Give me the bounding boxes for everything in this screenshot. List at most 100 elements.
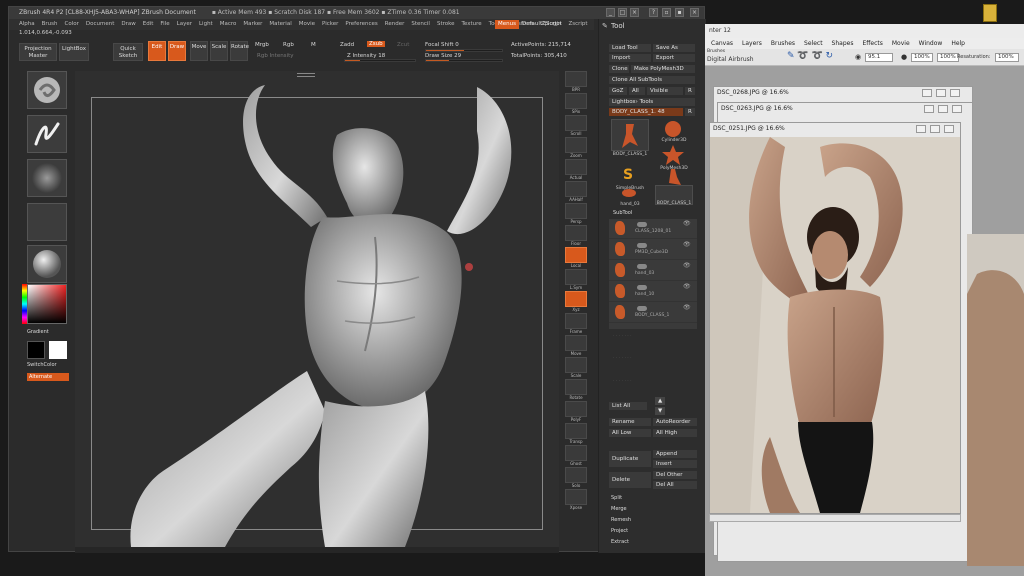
move-mode-button[interactable]: Move [190, 41, 208, 61]
opacity-icon[interactable]: ● [901, 53, 907, 61]
switch-color-label[interactable]: SwitchColor [27, 362, 57, 368]
insert-button[interactable]: Insert [653, 460, 697, 468]
material-thumbnail[interactable] [27, 245, 67, 283]
painter-menu-item[interactable]: Help [951, 40, 965, 47]
painter-menu-item[interactable]: Shapes [832, 40, 854, 47]
append-button[interactable]: Append [653, 450, 697, 458]
resaturation-field[interactable]: 100% [995, 53, 1019, 62]
draw-mode-button[interactable]: Draw [168, 41, 186, 61]
project-menu[interactable]: Project [611, 528, 628, 534]
lightbox-tools-button[interactable]: Lightbox› Tools [609, 98, 695, 106]
del-other-button[interactable]: Del Other [653, 471, 697, 479]
shelf-button[interactable] [565, 489, 587, 505]
visibility-eye-icon[interactable]: 👁 [683, 220, 691, 227]
zbrush-menu-item[interactable]: Marker [243, 21, 262, 27]
subtool-toggle[interactable] [637, 285, 647, 290]
grain-field[interactable]: 100% [937, 53, 959, 62]
brush-thumbnail[interactable] [27, 71, 67, 109]
opacity-field[interactable]: 100% [911, 53, 933, 62]
remesh-menu[interactable]: Remesh [611, 517, 631, 523]
zbrush-minimize-button[interactable]: _ [606, 8, 615, 17]
zsub-button[interactable]: Zsub [367, 41, 385, 47]
zbrush-menu-item[interactable]: Macro [220, 21, 237, 27]
close-icon[interactable] [952, 105, 962, 113]
shelf-button[interactable] [565, 137, 587, 153]
painter-menu-item[interactable]: Movie [892, 40, 910, 47]
painter-menu-item[interactable]: Select [804, 40, 823, 47]
color-picker[interactable] [27, 284, 67, 324]
visibility-eye-icon[interactable]: 👁 [683, 241, 691, 248]
zbrush-menu-item[interactable]: Preferences [345, 21, 377, 27]
zcut-button[interactable]: Zcut [397, 42, 409, 48]
maximize-icon[interactable] [930, 125, 940, 133]
reference-photo[interactable] [710, 137, 960, 513]
focal-shift-slider[interactable]: Focal Shift 0 [425, 42, 459, 48]
minimize-icon[interactable] [922, 89, 932, 97]
projection-master-button[interactable]: Projection Master [19, 43, 57, 61]
stroke-thumbnail[interactable] [27, 115, 67, 153]
tool-thumb-hand03[interactable]: hand_03 [611, 185, 649, 207]
tool-thumb-body[interactable]: BODY_CLASS_1 [611, 119, 649, 157]
zbrush-menu-item[interactable]: Brush [42, 21, 58, 27]
zbrush-menu-item[interactable]: Light [199, 21, 213, 27]
all-low-button[interactable]: All Low [609, 429, 651, 437]
zbrush-menu-item[interactable]: Draw [121, 21, 135, 27]
alternate-button[interactable]: Alternate [27, 373, 69, 381]
clone-all-subtools-button[interactable]: Clone All SubTools [609, 76, 695, 84]
shelf-button[interactable] [565, 357, 587, 373]
sculpt-model[interactable] [75, 71, 559, 547]
zbrush-help-button[interactable]: ? [649, 8, 658, 17]
shelf-button[interactable] [565, 93, 587, 109]
make-polymesh-button[interactable]: Make PolyMesh3D [631, 65, 695, 73]
shelf-button[interactable] [565, 159, 587, 175]
zbrush-panel-button[interactable]: ▪ [675, 8, 684, 17]
zbrush-menu-item[interactable]: Stencil [411, 21, 430, 27]
load-tool-button[interactable]: Load Tool [609, 44, 651, 52]
shelf-button[interactable] [565, 423, 587, 439]
split-menu[interactable]: Split [611, 495, 622, 501]
visibility-eye-icon[interactable]: 👁 [683, 304, 691, 311]
folder-icon[interactable] [983, 4, 997, 22]
zbrush-layout-button[interactable]: ▫ [662, 8, 671, 17]
texture-thumbnail[interactable] [27, 203, 67, 241]
goz-r-button[interactable]: R [685, 87, 695, 95]
rename-button[interactable]: Rename [609, 418, 651, 426]
close-icon[interactable] [950, 89, 960, 97]
subtool-toggle[interactable] [637, 222, 647, 227]
painter-menu-item[interactable]: Layers [742, 40, 762, 47]
rgb-intensity-label[interactable]: Rgb Intensity [257, 53, 294, 59]
shelf-button[interactable] [565, 71, 587, 87]
quick-sketch-button[interactable]: Quick Sketch [113, 43, 143, 61]
goz-all-button[interactable]: All [629, 87, 645, 95]
subtool-header[interactable]: SubTool [613, 210, 632, 216]
canvas-bottom-bar[interactable] [75, 547, 559, 553]
painter-menu-item[interactable]: Brushes [771, 40, 795, 47]
document-scrollbar[interactable] [709, 514, 961, 522]
clone-button[interactable]: Clone [609, 65, 629, 73]
del-all-button[interactable]: Del All [653, 481, 697, 489]
current-tool-r-button[interactable]: R [685, 108, 695, 116]
maximize-icon[interactable] [938, 105, 948, 113]
menus-toggle-button[interactable]: Menus [495, 20, 519, 29]
zbrush-close-button[interactable]: × [630, 8, 639, 17]
shelf-button[interactable] [565, 445, 587, 461]
import-button[interactable]: Import [609, 54, 651, 62]
shelf-button[interactable] [565, 225, 587, 241]
zbrush-menu-item[interactable]: Picker [322, 21, 338, 27]
zbrush-menu-item[interactable]: Alpha [19, 21, 35, 27]
shelf-button[interactable] [565, 291, 587, 307]
zbrush-restore-button[interactable]: □ [618, 8, 627, 17]
merge-menu[interactable]: Merge [611, 506, 627, 512]
painter-menu-item[interactable]: Canvas [711, 40, 733, 47]
size-icon[interactable]: ◉ [855, 53, 861, 61]
lightbox-button[interactable]: LightBox [59, 43, 89, 61]
move-down-arrow-icon[interactable]: ▼ [655, 407, 665, 415]
edit-mode-button[interactable]: Edit [148, 41, 166, 61]
m-button[interactable]: M [311, 42, 316, 48]
visibility-eye-icon[interactable]: 👁 [683, 262, 691, 269]
subtool-toggle[interactable] [637, 264, 647, 269]
auto-reorder-button[interactable]: AutoReorder [653, 418, 697, 426]
brush-tool-icons[interactable]: ✎ ➰ ➰ ↻ [787, 51, 833, 61]
subtool-row[interactable]: 👁 PM3D_Cube3D [609, 240, 697, 260]
goz-button[interactable]: GoZ [609, 87, 627, 95]
